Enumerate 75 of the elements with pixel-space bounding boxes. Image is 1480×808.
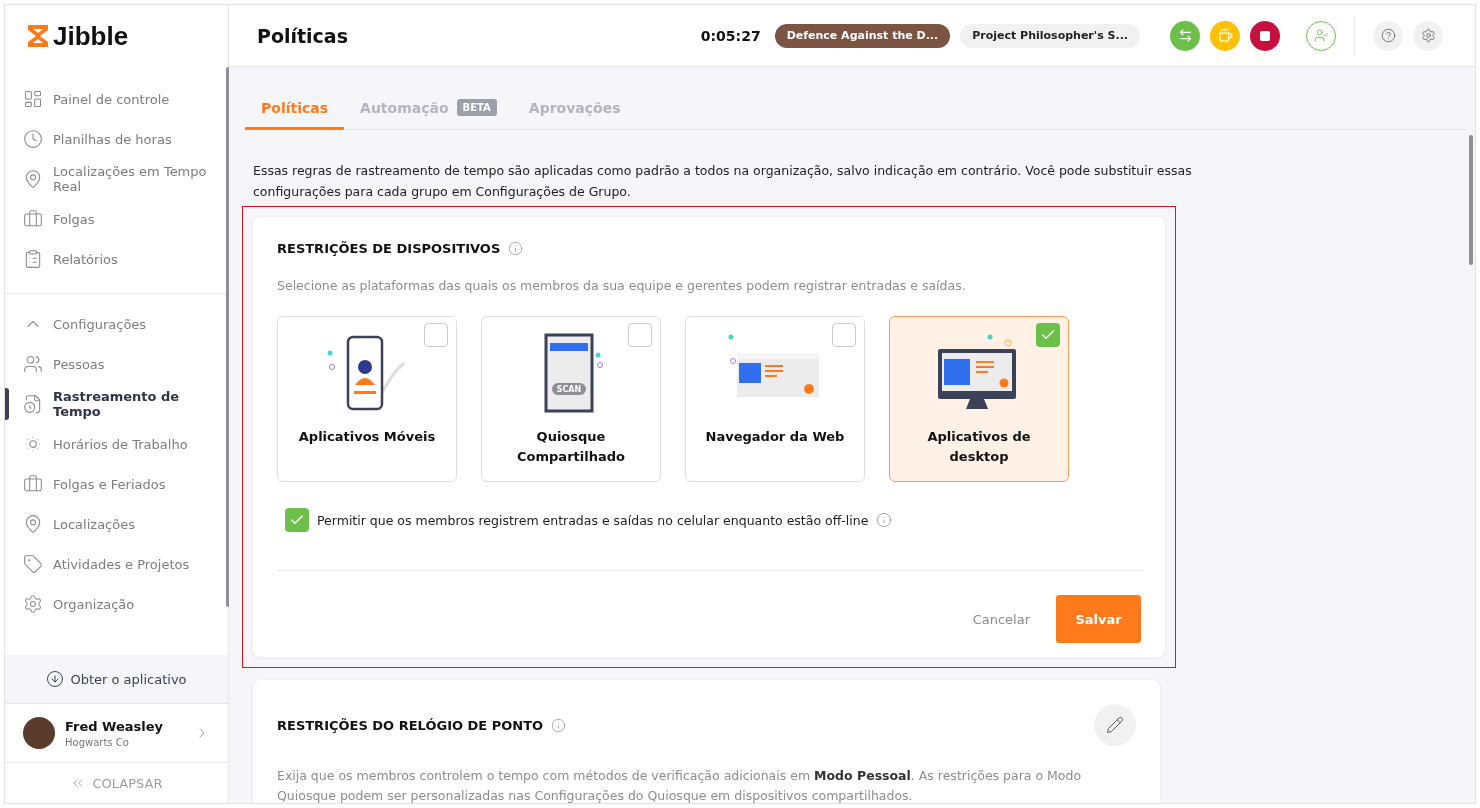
sidebar-item[interactable]: Horários de Trabalho [5, 424, 228, 464]
break-button[interactable] [1210, 20, 1240, 51]
hourglass-logo-icon [27, 24, 49, 48]
scrollbar-thumb[interactable] [1469, 135, 1473, 265]
company-name: Hogwarts Co [65, 736, 130, 748]
tag-icon [23, 554, 43, 574]
sidebar-item[interactable]: Painel de controle [5, 79, 228, 119]
collapse-button[interactable]: COLAPSAR [5, 763, 228, 803]
info-icon[interactable] [508, 241, 524, 256]
settings-toggle[interactable]: Configurações [5, 304, 228, 344]
sidebar-item[interactable]: Folgas e Feriados [5, 464, 228, 504]
briefcase-icon [23, 209, 43, 229]
clock-icon [23, 129, 43, 149]
checkbox[interactable] [1036, 323, 1060, 347]
tab[interactable]: Políticas [245, 89, 345, 130]
sidebar-item[interactable]: Atividades e Projetos [5, 544, 228, 584]
checkbox[interactable] [832, 323, 856, 347]
switch-arrows-icon [1177, 28, 1193, 43]
intro-text: Essas regras de rastreamento de tempo são aplicadas como padrão a todos na organização, salvo indicação em contrário. Você pode substituir essas configurações para cada grupo em Configurações de Grupo. [253, 162, 1193, 201]
clipboard-icon [23, 249, 43, 269]
get-app-button[interactable]: Obter o aplicativo [5, 655, 228, 703]
sidebar-item[interactable]: Localizações em Tempo Real [5, 159, 228, 199]
timer: 0:05:27 [700, 27, 761, 44]
checkbox[interactable] [424, 323, 448, 347]
dashboard-icon [23, 89, 43, 109]
help-button[interactable] [1373, 20, 1403, 51]
edit-button[interactable] [1094, 704, 1136, 746]
settings-button[interactable] [1413, 20, 1443, 51]
platform-option[interactable]: Aplicativos de desktop [889, 316, 1069, 482]
pencil-icon [1106, 716, 1124, 734]
activity-pill[interactable]: Defence Against the D... [774, 23, 951, 48]
page-title: Políticas [257, 24, 349, 47]
user-name: Fred Weasley [65, 718, 165, 734]
checkbox[interactable] [628, 323, 652, 347]
sidebar-item[interactable]: Folgas [5, 199, 228, 239]
card-title: RESTRIÇÕES DE DISPOSITIVOS [277, 241, 501, 256]
people-icon [23, 354, 43, 374]
sun-icon [23, 434, 43, 454]
sidebar-item[interactable]: Localizações [5, 504, 228, 544]
map-pin-icon [23, 514, 43, 534]
platform-option[interactable]: Aplicativos Móveis [277, 316, 457, 482]
platform-option[interactable]: SCAN Quiosque Compartilhado [481, 316, 661, 482]
briefcase-icon [23, 474, 43, 494]
project-pill[interactable]: Project Philosopher's S... [960, 23, 1140, 48]
card-description: Exija que os membros controlem o tempo com métodos de verificação adicionais em Modo Pessoal. As restrições para o Modo Quiosque podem ser personalizadas nas Configurações do Quiosque em dispositivos compartilhados. [277, 767, 1083, 803]
save-button[interactable]: Salvar [1056, 595, 1141, 643]
sidebar-item[interactable]: Planilhas de horas [5, 119, 228, 159]
cancel-button[interactable]: Cancelar [966, 610, 1036, 628]
settings-icon [1420, 28, 1436, 43]
switch-button[interactable] [1170, 20, 1200, 51]
help-icon [1380, 28, 1396, 43]
card-title: RESTRIÇÕES DO RELÓGIO DE PONTO [277, 717, 544, 733]
map-pin-icon [23, 169, 43, 189]
logo-text: Jibble [53, 20, 129, 52]
user-check-icon [1313, 28, 1329, 43]
stop-button[interactable] [1250, 20, 1280, 51]
avatar [23, 717, 55, 749]
user-check-button[interactable] [1306, 20, 1336, 51]
coffee-icon [1217, 28, 1233, 43]
sidebar-item[interactable]: Relatórios [5, 239, 228, 279]
checkbox-label: Permitir que os membros registrem entradas e saídas no celular enquanto estão off-line [317, 512, 869, 528]
platform-option[interactable]: Navegador da Web [685, 316, 865, 482]
checkbox[interactable] [285, 508, 309, 532]
gear-icon [23, 594, 43, 614]
info-icon[interactable] [876, 512, 893, 528]
sidebar-item[interactable]: Organização [5, 584, 228, 624]
beta-badge: BETA [456, 99, 497, 116]
card-description: Selecione as plataformas das quais os membros da sua equipe e gerentes podem registrar entradas e saídas. [277, 277, 967, 295]
tab[interactable]: Automação BETA [344, 89, 513, 130]
info-icon[interactable] [551, 717, 567, 733]
sidebar-item[interactable]: Pessoas [5, 344, 228, 384]
sidebar-item[interactable]: Rastreamento de Tempo [5, 384, 228, 424]
download-icon [46, 670, 65, 688]
clock-file-icon [23, 394, 43, 414]
stop-icon [1259, 29, 1271, 42]
